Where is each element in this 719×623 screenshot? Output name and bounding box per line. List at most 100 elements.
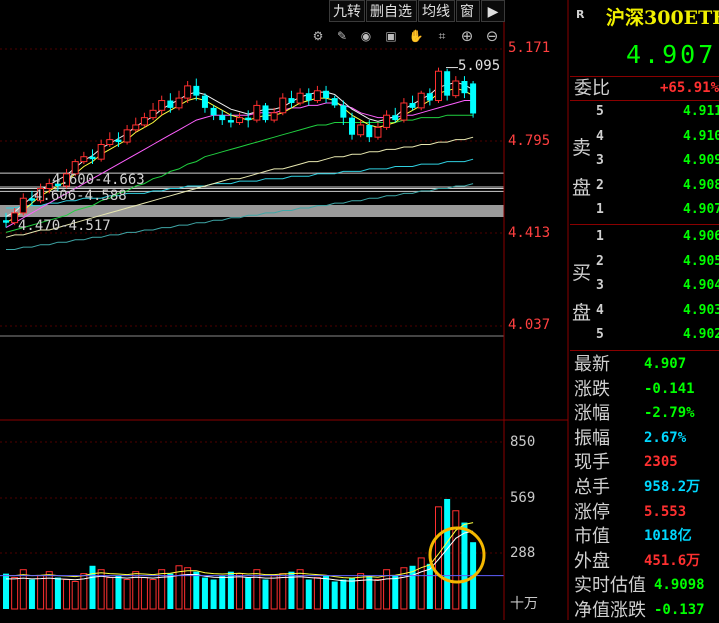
- volume-bar-up: [374, 579, 382, 610]
- candle-body-down: [305, 93, 312, 101]
- candle-body-up: [97, 144, 105, 160]
- stat-row: 涨停 5.553: [572, 500, 719, 525]
- buy-level-price[interactable]: 4.905: [683, 254, 719, 269]
- buy-level-price[interactable]: 4.902: [683, 327, 719, 342]
- candle-body-down: [340, 105, 347, 118]
- lock-icon[interactable]: ▣: [383, 28, 399, 44]
- volume-bar-up: [149, 579, 157, 610]
- candle-body-up: [123, 129, 131, 143]
- candle-body-up: [417, 92, 425, 109]
- kline-chart[interactable]: [0, 0, 570, 620]
- candle-body-down: [366, 124, 373, 138]
- volume-bar-up: [140, 577, 148, 610]
- eye-icon[interactable]: ◉: [358, 28, 374, 44]
- gear-icon[interactable]: ⚙: [310, 28, 326, 44]
- sell-level-num: 2: [596, 177, 604, 193]
- stat-label: 实时估值: [574, 575, 646, 597]
- stat-row: 市值 1018亿: [572, 524, 719, 549]
- candle-body-up: [452, 80, 460, 97]
- candle-body-up: [357, 124, 365, 136]
- volume-bar-up: [184, 567, 192, 610]
- candle-body-up: [175, 97, 183, 109]
- stat-value: 451.6万: [644, 552, 701, 569]
- expand-arrow-icon[interactable]: ▶: [481, 0, 505, 22]
- volume-bar-up: [37, 575, 45, 610]
- stat-row: 外盘 451.6万: [572, 549, 719, 574]
- chart-grid: [0, 48, 504, 554]
- buy-level-num: 2: [596, 253, 604, 269]
- volume-bar-down: [115, 575, 122, 609]
- stat-row: 涨幅 -2.79%: [572, 401, 719, 426]
- candle-body-up: [279, 97, 287, 114]
- sell-level-num: 4: [596, 128, 604, 144]
- stat-value: 5.553: [644, 503, 687, 520]
- candle-body-up: [80, 156, 88, 163]
- volume-bar-down: [426, 563, 433, 609]
- volume-bar-down: [245, 577, 252, 609]
- candle-body-down: [349, 117, 355, 135]
- buy-level-price[interactable]: 4.906: [683, 229, 719, 244]
- volume-bar-down: [54, 577, 61, 609]
- volume-bar-down: [392, 575, 399, 609]
- jiuzhuan-button[interactable]: 九转: [329, 0, 365, 22]
- zoom-out-icon[interactable]: ⊖: [484, 28, 500, 44]
- candle-body-up: [296, 92, 304, 104]
- window-button[interactable]: 窗: [456, 0, 480, 22]
- stat-label: 涨跌: [574, 378, 610, 400]
- sell-level-price[interactable]: 4.907: [683, 202, 719, 217]
- sell-level-price[interactable]: 4.909: [683, 153, 719, 168]
- stat-label: 现手: [574, 452, 610, 474]
- high-price-label: 5.095: [458, 58, 501, 74]
- stat-value: 2305: [644, 454, 678, 471]
- volume-bar-up: [71, 580, 79, 610]
- volume-bar-down: [305, 579, 312, 609]
- buy-level-price[interactable]: 4.903: [683, 303, 719, 318]
- volume-bars: [3, 498, 477, 610]
- volume-axis-label: 850: [510, 434, 536, 450]
- candle-body-down: [89, 156, 96, 160]
- candle-body-up: [140, 117, 148, 126]
- stat-label: 涨停: [574, 501, 610, 523]
- stat-value: -0.141: [644, 380, 695, 397]
- candle-body-up: [236, 117, 244, 124]
- volume-bar-up: [45, 571, 53, 610]
- buy-level-num: 5: [596, 327, 604, 342]
- volume-bar-down: [193, 571, 200, 609]
- weibi-label: 委比: [574, 78, 610, 99]
- pen-icon[interactable]: ✎: [334, 28, 350, 44]
- candle-body-down: [3, 220, 9, 223]
- stat-row: 最新 4.907: [572, 352, 719, 377]
- volume-bar-down: [219, 575, 226, 609]
- stat-label: 总手: [574, 477, 610, 498]
- hand-icon[interactable]: ✋: [408, 28, 424, 44]
- weibi-value: +65.91%: [660, 80, 719, 96]
- sell-level-price[interactable]: 4.910: [683, 129, 719, 144]
- weibi-row: 委比 +65.91%: [572, 76, 719, 101]
- candle-body-down: [426, 93, 433, 101]
- stat-label: 振幅: [574, 427, 610, 449]
- candle-body-down: [201, 95, 208, 108]
- ma-button[interactable]: 均线: [418, 0, 455, 22]
- candle-body-down: [167, 100, 174, 108]
- crop-icon[interactable]: ⌗: [434, 28, 450, 44]
- buy-level-num: 4: [596, 302, 604, 318]
- remove-favorite-button[interactable]: 删自选: [366, 0, 417, 22]
- sell-level-price[interactable]: 4.911: [683, 104, 719, 119]
- sell-level-price[interactable]: 4.908: [683, 178, 719, 193]
- volume-bar-down: [366, 575, 373, 609]
- stat-row: 振幅 2.67%: [572, 426, 719, 451]
- stat-row: 净值涨跌 -0.137: [572, 598, 719, 623]
- volume-bar-down: [167, 573, 174, 609]
- zoom-in-icon[interactable]: ⊕: [459, 28, 475, 44]
- volume-bar-down: [89, 565, 96, 609]
- candle-body-up: [132, 124, 140, 131]
- zone-label: 4.470-4.517: [18, 218, 111, 234]
- stat-value: 1018亿: [644, 528, 692, 545]
- volume-bar-up: [435, 506, 442, 610]
- candle-body-up: [435, 70, 442, 102]
- zone-label: 4.600-4.663: [52, 172, 145, 188]
- candle-body-down: [470, 83, 477, 114]
- volume-axis-label: 288: [510, 545, 536, 561]
- r-badge: R: [576, 8, 585, 21]
- buy-level-price[interactable]: 4.904: [683, 278, 719, 293]
